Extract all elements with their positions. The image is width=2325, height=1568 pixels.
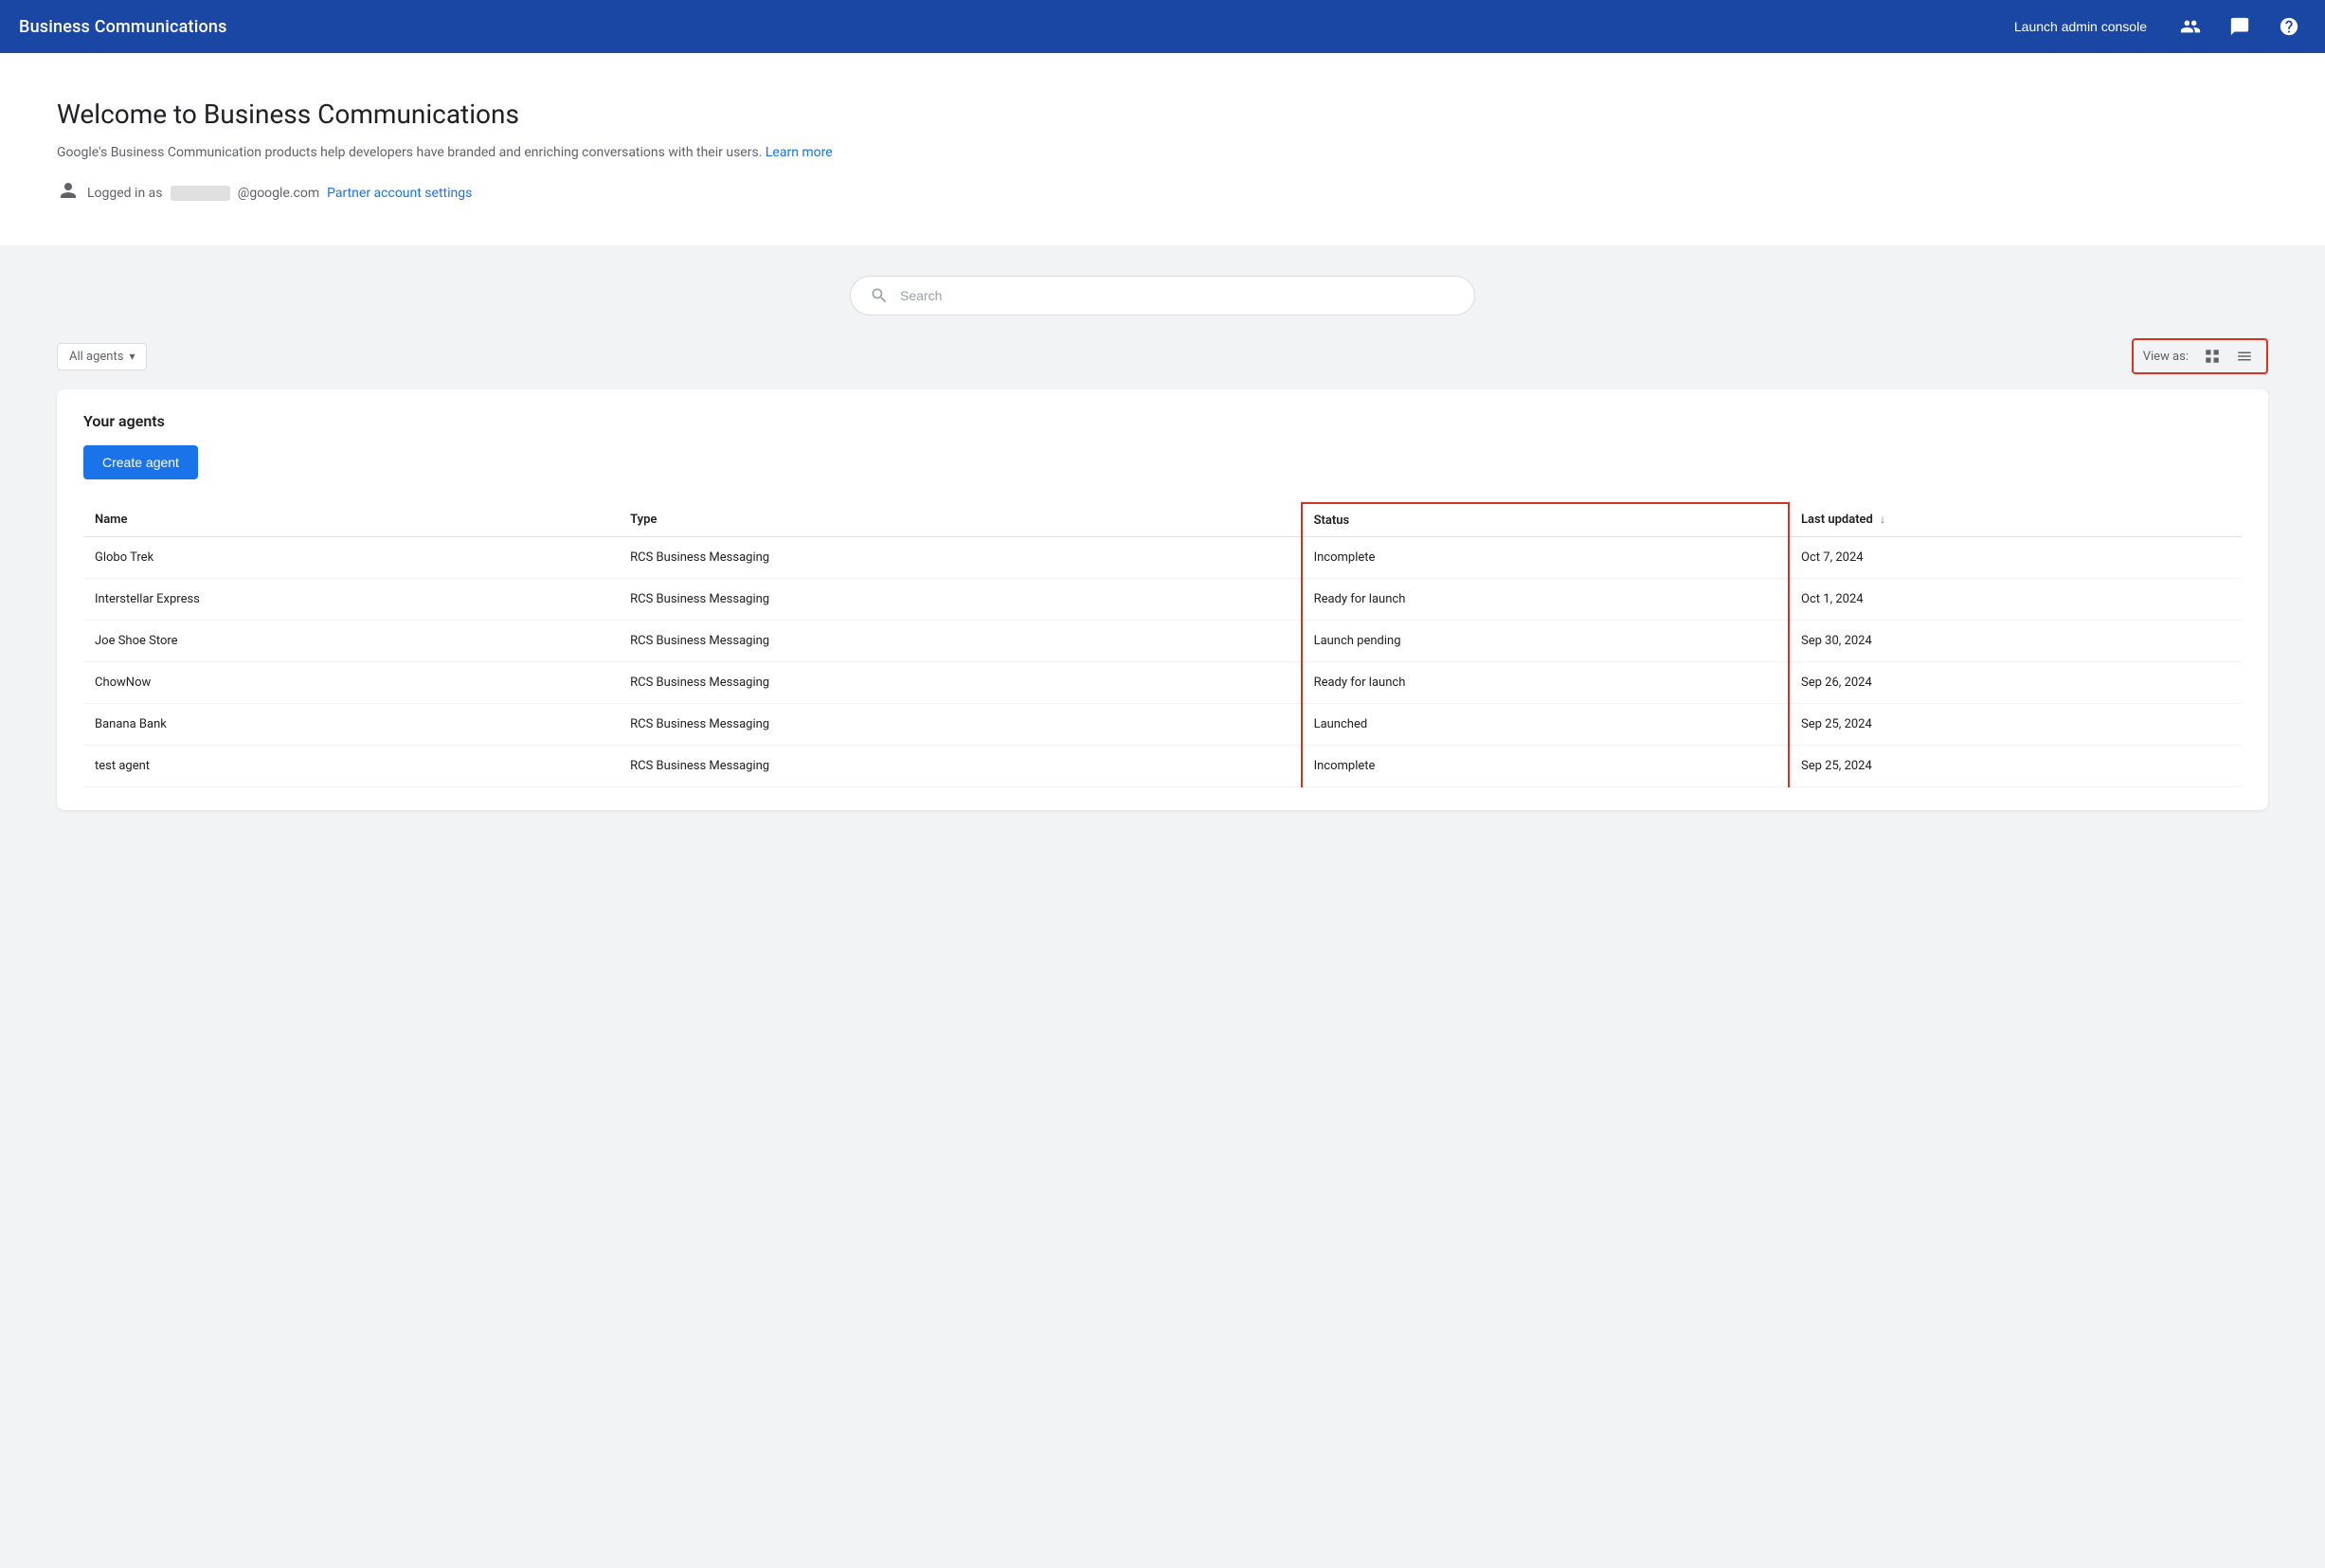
table-row[interactable]: Interstellar ExpressRCS Business Messagi… [83,579,2242,621]
table-row[interactable]: test agentRCS Business MessagingIncomple… [83,746,2242,787]
agent-status: Ready for launch [1302,579,1789,621]
agent-status: Ready for launch [1302,662,1789,704]
app-header: Business Communications Launch admin con… [0,0,2325,53]
main-content: All agents ▾ View as: Your agents Create… [0,245,2325,840]
table-row[interactable]: ChowNowRCS Business MessagingReady for l… [83,662,2242,704]
col-name: Name [83,503,619,537]
welcome-section: Welcome to Business Communications Googl… [0,53,2325,245]
col-last-updated[interactable]: Last updated ↓ [1789,503,2242,537]
agent-type: RCS Business Messaging [619,537,1301,579]
all-agents-filter[interactable]: All agents ▾ [57,343,147,370]
agent-last-updated: Sep 25, 2024 [1789,746,2242,787]
header-actions: Launch admin console [2003,9,2306,44]
chevron-down-icon: ▾ [129,350,135,363]
table-row[interactable]: Joe Shoe StoreRCS Business MessagingLaun… [83,621,2242,662]
col-type: Type [619,503,1301,537]
agent-last-updated: Sep 30, 2024 [1789,621,2242,662]
grid-view-button[interactable] [2200,344,2225,369]
agent-last-updated: Oct 7, 2024 [1789,537,2242,579]
table-row[interactable]: Globo TrekRCS Business MessagingIncomple… [83,537,2242,579]
grid-icon [2204,348,2221,365]
list-icon [2236,348,2253,365]
account-icon [57,179,80,207]
welcome-title: Welcome to Business Communications [57,99,2268,130]
create-agent-button[interactable]: Create agent [83,445,198,479]
logged-in-prefix: Logged in as [87,186,163,201]
agent-last-updated: Oct 1, 2024 [1789,579,2242,621]
agent-name: Globo Trek [83,537,619,579]
launch-admin-console-button[interactable]: Launch admin console [2003,13,2158,40]
list-view-button[interactable] [2232,344,2257,369]
chat-icon-button[interactable] [2223,9,2257,44]
chat-icon [2229,16,2250,37]
filter-label: All agents [69,350,123,364]
search-bar [850,276,1475,315]
welcome-description: Google's Business Communication products… [57,145,2268,160]
agent-name: ChowNow [83,662,619,704]
agent-name: Joe Shoe Store [83,621,619,662]
email-domain: @google.com [238,186,319,201]
agents-tbody: Globo TrekRCS Business MessagingIncomple… [83,537,2242,787]
view-controls: View as: [2132,338,2268,374]
agent-status: Launch pending [1302,621,1789,662]
help-icon-button[interactable] [2272,9,2306,44]
agent-last-updated: Sep 26, 2024 [1789,662,2242,704]
learn-more-link[interactable]: Learn more [766,145,833,160]
agent-last-updated: Sep 25, 2024 [1789,704,2242,746]
toolbar-row: All agents ▾ View as: [57,338,2268,374]
agent-type: RCS Business Messaging [619,662,1301,704]
app-title: Business Communications [19,17,227,37]
agent-name: test agent [83,746,619,787]
view-as-label: View as: [2143,350,2189,364]
agent-status: Incomplete [1302,746,1789,787]
agent-status: Launched [1302,704,1789,746]
people-icon-button[interactable] [2173,9,2208,44]
agent-name: Interstellar Express [83,579,619,621]
table-header: Name Type Status Last updated ↓ [83,503,2242,537]
agents-table: Name Type Status Last updated ↓ Globo Tr… [83,502,2242,787]
table-row[interactable]: Banana BankRCS Business MessagingLaunche… [83,704,2242,746]
agent-type: RCS Business Messaging [619,704,1301,746]
agent-type: RCS Business Messaging [619,746,1301,787]
agents-section-title: Your agents [83,412,2242,430]
people-icon [2180,16,2201,37]
search-input[interactable] [900,288,1455,303]
search-container [57,276,2268,315]
agent-type: RCS Business Messaging [619,621,1301,662]
sort-down-icon: ↓ [1880,513,1885,526]
logged-in-row: Logged in as ██████ @google.com Partner … [57,179,2268,207]
agents-card: Your agents Create agent Name Type Statu… [57,389,2268,810]
agent-type: RCS Business Messaging [619,579,1301,621]
blurred-email: ██████ [171,186,230,201]
search-icon [870,286,889,305]
partner-account-settings-link[interactable]: Partner account settings [327,186,472,201]
agent-name: Banana Bank [83,704,619,746]
agent-status: Incomplete [1302,537,1789,579]
help-icon [2279,16,2299,37]
col-status: Status [1302,503,1789,537]
